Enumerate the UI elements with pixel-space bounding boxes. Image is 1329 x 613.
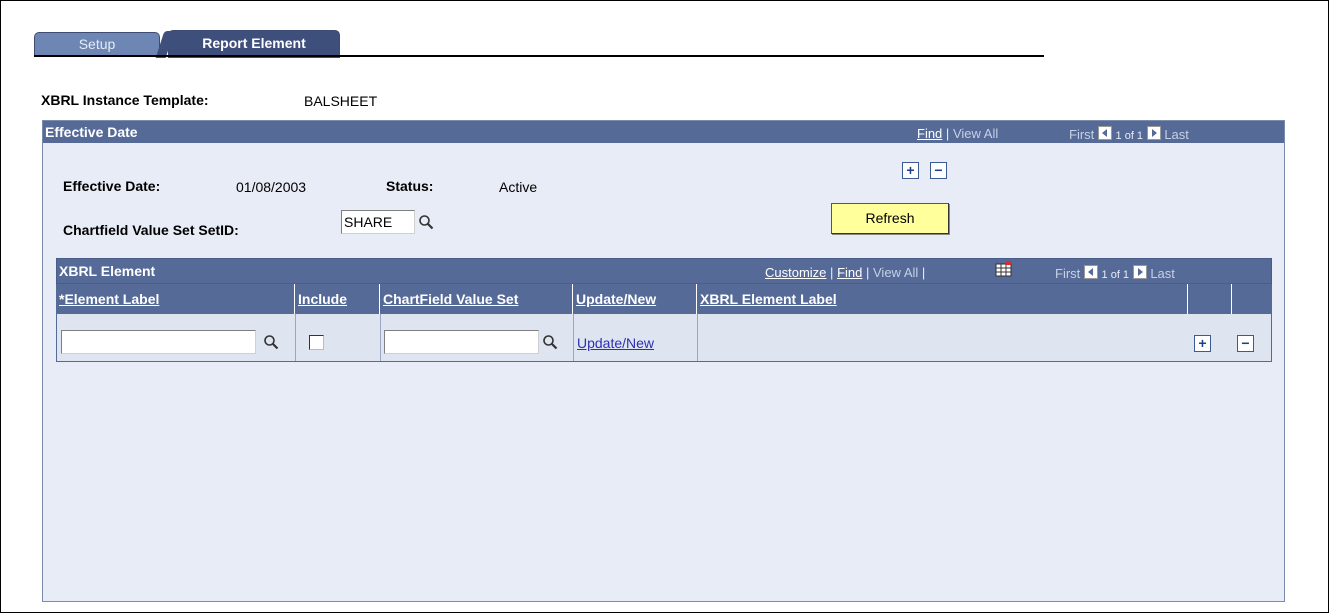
col-include[interactable]: Include: [295, 284, 380, 314]
template-value: BALSHEET: [304, 93, 378, 109]
xbrl-element-grid: XBRL Element Customize | Find | View All…: [56, 258, 1272, 364]
element-label-input[interactable]: [61, 330, 256, 354]
include-checkbox[interactable]: [309, 335, 324, 350]
delete-row-icon[interactable]: −: [930, 162, 947, 179]
customize-link[interactable]: Customize: [765, 265, 826, 280]
previous-arrow-icon[interactable]: [1097, 126, 1112, 140]
grid-nav: Customize | Find | View All |: [765, 265, 925, 280]
tab-bar: Setup Report Element: [34, 30, 1044, 58]
cell-divider: [697, 314, 698, 361]
effective-date-value: 01/08/2003: [236, 179, 307, 195]
add-row-icon[interactable]: +: [902, 162, 919, 179]
col-element-label[interactable]: *Element Label: [56, 284, 295, 314]
grid-add-row-icon[interactable]: +: [1194, 335, 1211, 352]
effective-date-title: Effective Date: [45, 124, 138, 140]
nav-separator: |: [865, 265, 870, 280]
tab-underline: [34, 55, 1044, 57]
grid-delete-row-icon[interactable]: −: [1237, 335, 1254, 352]
xbrl-element-title: XBRL Element: [59, 263, 156, 279]
cell-divider: [573, 314, 574, 361]
xbrl-element-header: XBRL Element Customize | Find | View All…: [56, 258, 1272, 284]
cell-divider: [295, 314, 296, 361]
grid-previous-arrow-icon[interactable]: [1083, 265, 1098, 279]
view-all-link[interactable]: View All: [953, 126, 998, 141]
grid-first-link[interactable]: First: [1055, 266, 1080, 281]
first-link[interactable]: First: [1069, 127, 1094, 142]
setid-lookup-icon[interactable]: [418, 214, 434, 230]
refresh-button[interactable]: Refresh: [831, 203, 949, 234]
grid-last-link[interactable]: Last: [1150, 266, 1175, 281]
setid-label: Chartfield Value Set SetID:: [63, 222, 239, 238]
col-delete: [1232, 284, 1272, 314]
grid-pager: First 1 of 1 Last: [1055, 265, 1175, 281]
table-row: Update/New + −: [56, 314, 1272, 362]
download-grid-icon[interactable]: [995, 261, 1013, 277]
element-label-lookup-icon[interactable]: [263, 334, 279, 350]
next-arrow-icon[interactable]: [1146, 126, 1161, 140]
status-label: Status:: [386, 178, 434, 194]
cell-divider: [380, 314, 381, 361]
update-new-link[interactable]: Update/New: [577, 335, 654, 351]
status-value: Active: [499, 179, 538, 195]
col-xbrl-element-label[interactable]: XBRL Element Label: [697, 284, 1188, 314]
setid-input[interactable]: SHARE: [341, 210, 415, 234]
col-add: [1188, 284, 1232, 314]
nav-separator: |: [945, 126, 950, 141]
tab-setup[interactable]: Setup: [34, 32, 160, 56]
effective-date-label: Effective Date:: [63, 178, 161, 194]
effective-date-pager: First 1 of 1 Last: [1069, 126, 1189, 142]
grid-next-arrow-icon[interactable]: [1132, 265, 1147, 279]
effective-date-header: Effective Date Find | View All First 1 o…: [43, 121, 1284, 143]
template-label: XBRL Instance Template:: [41, 92, 209, 108]
nav-separator: |: [830, 265, 834, 280]
chartfield-value-set-input[interactable]: [384, 330, 539, 354]
effective-date-nav: Find | View All: [917, 126, 998, 141]
tab-report-element[interactable]: Report Element: [168, 30, 340, 58]
grid-find-link[interactable]: Find: [837, 265, 862, 280]
col-chartfield-value-set[interactable]: ChartField Value Set: [380, 284, 573, 314]
grid-view-all-link[interactable]: View All: [873, 265, 918, 280]
last-link[interactable]: Last: [1164, 127, 1189, 142]
page-count: 1 of 1: [1115, 130, 1144, 142]
nav-separator: |: [921, 265, 926, 280]
grid-page-count: 1 of 1: [1101, 269, 1130, 281]
find-link[interactable]: Find: [917, 126, 942, 141]
chartfield-value-set-lookup-icon[interactable]: [542, 334, 558, 350]
col-update-new[interactable]: Update/New: [573, 284, 697, 314]
